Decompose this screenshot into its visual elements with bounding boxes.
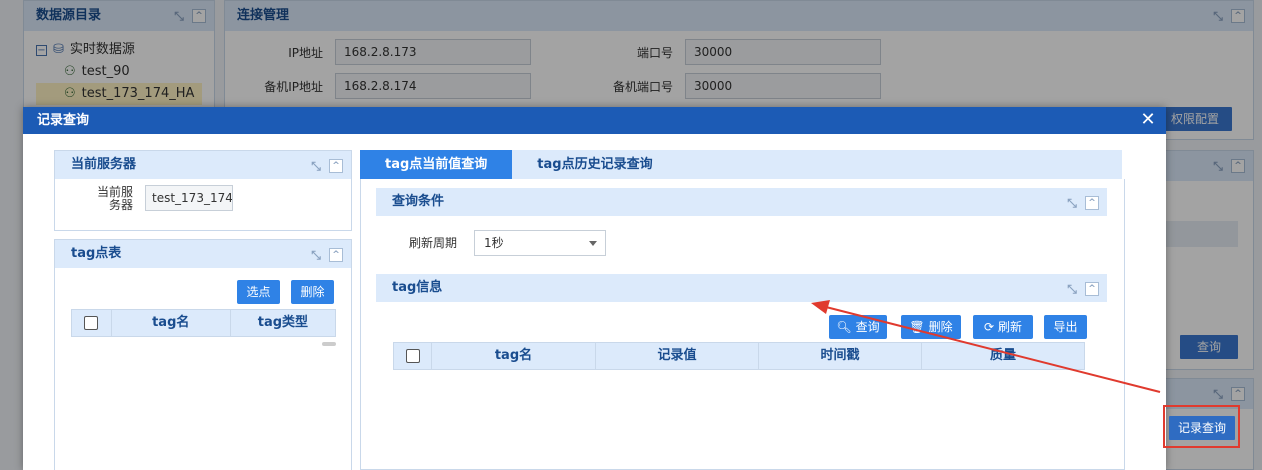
tag-export-button[interactable]: 导出 (1044, 315, 1087, 339)
tag-table-header: tag名 tag类型 (71, 309, 336, 337)
col-tag-name[interactable]: tag名 (432, 343, 596, 369)
tag-info-panel: tag信息 ⤡ ^ (376, 274, 1107, 302)
col-quality[interactable]: 质量 (922, 343, 1084, 369)
refresh-period-select[interactable]: 1秒 (474, 230, 606, 256)
server-field[interactable]: test_173_174_ (145, 185, 233, 211)
query-conditions-title: 查询条件 (392, 194, 445, 209)
dialog-header: 记录查询 ✕ (23, 107, 1166, 134)
col-timestamp[interactable]: 时间戳 (759, 343, 922, 369)
collapse-icon[interactable]: ^ (329, 159, 343, 173)
delete-point-button[interactable]: 删除 (291, 280, 334, 304)
tag-delete-button[interactable]: 🗑︎ 删除 (901, 315, 961, 339)
tag-info-title: tag信息 (392, 280, 443, 295)
tag-info-header: tag名 记录值 时间戳 质量 (393, 342, 1085, 370)
horizontal-scrollbar[interactable] (322, 342, 336, 346)
collapse-icon[interactable]: ^ (1085, 282, 1099, 296)
col-tag-type[interactable]: tag类型 (231, 310, 335, 336)
annotation-highlight-box (1163, 405, 1240, 448)
col-tag-name[interactable]: tag名 (112, 310, 231, 336)
tag-table-panel: tag点表 ⤡ ^ 选点 删除 tag名 tag类型 (54, 239, 352, 470)
expand-icon[interactable]: ⤡ (309, 159, 323, 173)
refresh-period-label: 刷新周期 (409, 236, 458, 250)
select-all-checkbox[interactable] (405, 348, 420, 363)
trash-icon: 🗑︎ (909, 320, 925, 334)
dialog-body: 当前服务器 ⤡ ^ 当前服务器 test_173_174_ tag点表 ⤡ ^ … (23, 134, 1166, 470)
dialog-title: 记录查询 (37, 113, 90, 128)
tag-query-button[interactable]: 🔍︎ 查询 (829, 315, 887, 339)
close-icon[interactable]: ✕ (1138, 110, 1158, 130)
select-point-button[interactable]: 选点 (237, 280, 280, 304)
record-query-dialog: 记录查询 ✕ 当前服务器 ⤡ ^ 当前服务器 test_173_174_ tag… (23, 107, 1166, 470)
query-tabs: tag点当前值查询 tag点历史记录查询 (360, 150, 1122, 179)
chevron-down-icon (589, 241, 597, 246)
query-conditions-panel: 查询条件 ⤡ ^ (376, 188, 1107, 216)
refresh-icon: ⟳ (983, 320, 995, 334)
expand-icon[interactable]: ⤡ (1065, 196, 1079, 210)
tab-history[interactable]: tag点历史记录查询 (512, 150, 677, 179)
collapse-icon[interactable]: ^ (1085, 196, 1099, 210)
tag-refresh-button[interactable]: ⟳ 刷新 (973, 315, 1033, 339)
current-server-panel: 当前服务器 ⤡ ^ 当前服务器 test_173_174_ (54, 150, 352, 231)
current-server-title: 当前服务器 (71, 157, 137, 172)
select-all-checkbox[interactable] (84, 315, 99, 330)
tag-table-title: tag点表 (71, 246, 122, 261)
server-label: 当前服务器 (96, 185, 133, 212)
search-icon: 🔍︎ (836, 320, 852, 334)
expand-icon[interactable]: ⤡ (309, 248, 323, 262)
expand-icon[interactable]: ⤡ (1065, 282, 1079, 296)
collapse-icon[interactable]: ^ (329, 248, 343, 262)
col-record-value[interactable]: 记录值 (596, 343, 759, 369)
tab-current-value[interactable]: tag点当前值查询 (360, 150, 513, 179)
